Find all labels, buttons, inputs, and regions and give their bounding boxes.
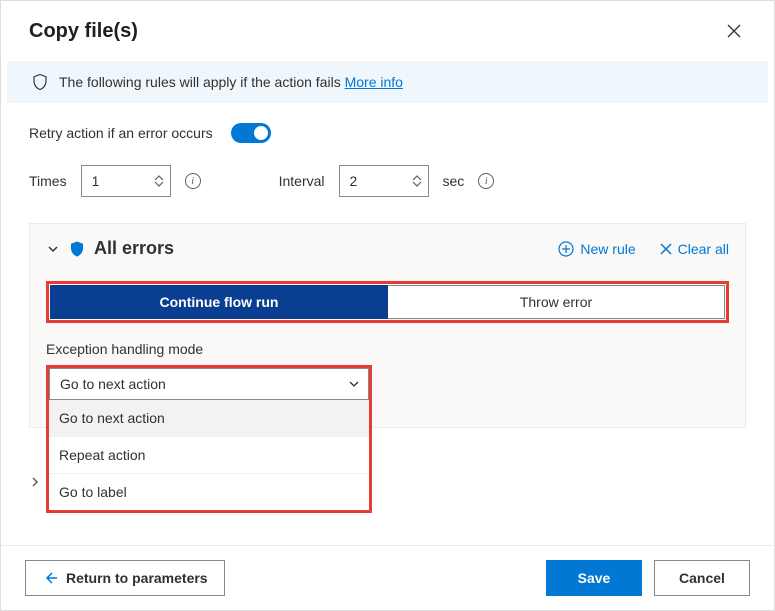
retry-params: Times 1 i Interval 2 sec i (29, 165, 746, 197)
errors-panel: All errors New rule Clear all Continue f… (29, 223, 746, 428)
option-next-action[interactable]: Go to next action (49, 400, 369, 436)
toggle-knob (254, 126, 268, 140)
tab-continue-flow[interactable]: Continue flow run (50, 285, 388, 319)
info-icon[interactable]: i (185, 173, 201, 189)
close-button[interactable] (718, 15, 750, 47)
advanced-toggle[interactable] (29, 476, 41, 488)
cancel-button[interactable]: Cancel (654, 560, 750, 596)
retry-label: Retry action if an error occurs (29, 125, 213, 141)
errors-header: All errors New rule Clear all (46, 238, 729, 259)
errors-title: All errors (94, 238, 534, 259)
dialog-title: Copy file(s) (29, 20, 138, 43)
close-icon (727, 24, 741, 38)
tab-throw-error[interactable]: Throw error (388, 285, 725, 319)
info-bar: The following rules will apply if the ac… (7, 61, 768, 103)
chevron-down-icon (154, 181, 164, 187)
close-icon (660, 243, 672, 255)
exception-mode-dropdown: Go to next action Repeat action Go to la… (46, 400, 372, 513)
dialog-body: Retry action if an error occurs Times 1 … (1, 103, 774, 545)
times-spinner[interactable] (150, 166, 168, 196)
clear-all-button[interactable]: Clear all (660, 241, 729, 257)
dialog-footer: Return to parameters Save Cancel (1, 545, 774, 610)
plus-circle-icon (558, 241, 574, 257)
exception-mode-select[interactable]: Go to next action (49, 368, 369, 400)
retry-toggle[interactable] (231, 123, 271, 143)
exception-mode-field: Go to next action Go to next action Repe… (46, 365, 372, 403)
interval-unit: sec (443, 173, 465, 189)
shield-icon (31, 73, 49, 91)
shield-icon (68, 240, 86, 258)
retry-row: Retry action if an error occurs (29, 123, 746, 143)
arrow-left-icon (42, 570, 58, 586)
times-value: 1 (92, 173, 146, 189)
return-button[interactable]: Return to parameters (25, 560, 225, 596)
chevron-down-icon[interactable] (46, 242, 60, 256)
info-icon[interactable]: i (478, 173, 494, 189)
option-go-to-label[interactable]: Go to label (49, 473, 369, 510)
new-rule-button[interactable]: New rule (558, 241, 635, 257)
chevron-down-icon (348, 378, 360, 390)
copy-files-dialog: Copy file(s) The following rules will ap… (0, 0, 775, 611)
info-text: The following rules will apply if the ac… (59, 74, 341, 90)
flow-mode-tabs: Continue flow run Throw error (46, 281, 729, 323)
option-repeat-action[interactable]: Repeat action (49, 436, 369, 473)
clear-all-label: Clear all (678, 241, 729, 257)
chevron-right-icon (29, 476, 41, 488)
mode-label: Exception handling mode (46, 341, 729, 357)
interval-spinner[interactable] (408, 166, 426, 196)
times-input[interactable]: 1 (81, 165, 171, 197)
dialog-header: Copy file(s) (1, 1, 774, 61)
interval-input[interactable]: 2 (339, 165, 429, 197)
new-rule-label: New rule (580, 241, 635, 257)
interval-value: 2 (350, 173, 404, 189)
interval-label: Interval (279, 173, 325, 189)
save-button[interactable]: Save (546, 560, 642, 596)
select-value: Go to next action (60, 376, 166, 392)
times-label: Times (29, 173, 67, 189)
chevron-down-icon (412, 181, 422, 187)
more-info-link[interactable]: More info (345, 74, 403, 90)
return-label: Return to parameters (66, 570, 208, 586)
